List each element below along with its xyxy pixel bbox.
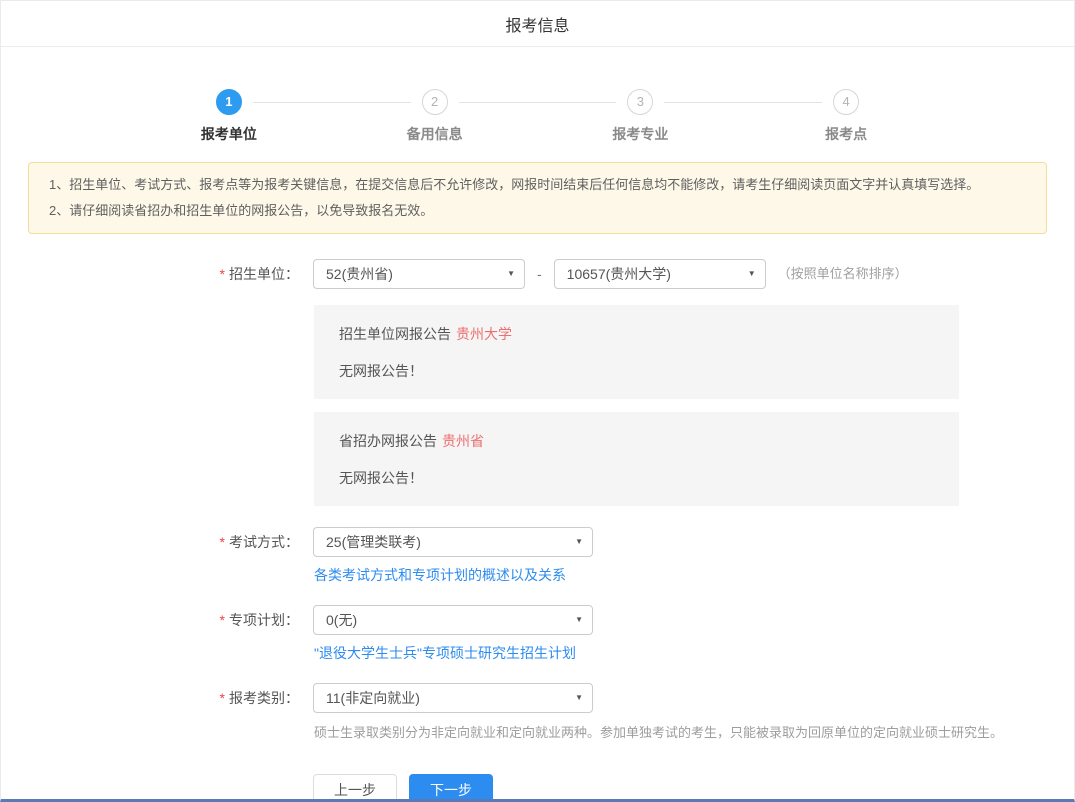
step-2-circle: 2 bbox=[422, 89, 448, 115]
category-select-wrap: 11(非定向就业) ▼ bbox=[313, 683, 593, 713]
category-label: *报考类别： bbox=[1, 683, 299, 713]
page-title: 报考信息 bbox=[505, 12, 569, 36]
unit-sort-hint: （按照单位名称排序） bbox=[778, 259, 908, 289]
unit-announcement-box: 招生单位网报公告贵州大学 无网报公告！ bbox=[314, 305, 959, 399]
special-plan-select[interactable]: 0(无) bbox=[313, 605, 593, 635]
exam-method-info-link[interactable]: 各类考试方式和专项计划的概述以及关系 bbox=[314, 567, 566, 583]
step-4-label: 报考点 bbox=[743, 124, 949, 144]
exam-method-select-wrap: 25(管理类联考) ▼ bbox=[313, 527, 593, 557]
exam-method-label: *考试方式： bbox=[1, 527, 299, 557]
province-announcement-body: 无网报公告！ bbox=[339, 468, 934, 492]
step-exam-site[interactable]: 4 报考点 bbox=[743, 89, 949, 144]
step-unit[interactable]: 1 报考单位 bbox=[126, 89, 332, 144]
province-announcement-link[interactable]: 贵州省 bbox=[442, 433, 484, 449]
category-row: *报考类别： 11(非定向就业) ▼ bbox=[1, 683, 1074, 713]
province-announcement-box: 省招办网报公告贵州省 无网报公告！ bbox=[314, 412, 959, 506]
veteran-plan-info-link[interactable]: "退役大学生士兵"专项硕士研究生招生计划 bbox=[314, 645, 576, 661]
select-separator: - bbox=[537, 259, 542, 289]
school-select[interactable]: 10657(贵州大学) bbox=[554, 259, 766, 289]
special-plan-link-line: "退役大学生士兵"专项硕士研究生招生计划 bbox=[314, 643, 1074, 663]
step-3-circle: 3 bbox=[627, 89, 653, 115]
step-4-circle: 4 bbox=[833, 89, 859, 115]
application-form: *招生单位： 52(贵州省) ▼ - 10657(贵州大学) ▼ （按照单位名称… bbox=[1, 259, 1074, 802]
exam-method-select[interactable]: 25(管理类联考) bbox=[313, 527, 593, 557]
warning-line-1: 1、招生单位、考试方式、报考点等为报考关键信息，在提交信息后不允许修改，网报时间… bbox=[49, 172, 1026, 198]
wizard-buttons: 上一步 下一步 bbox=[313, 774, 1074, 802]
step-major[interactable]: 3 报考专业 bbox=[538, 89, 744, 144]
step-1-circle: 1 bbox=[216, 89, 242, 115]
special-plan-row: *专项计划： 0(无) ▼ bbox=[1, 605, 1074, 635]
step-1-label: 报考单位 bbox=[126, 124, 332, 144]
special-plan-label: *专项计划： bbox=[1, 605, 299, 635]
unit-announcement-title: 招生单位网报公告贵州大学 bbox=[339, 324, 934, 344]
exam-method-row: *考试方式： 25(管理类联考) ▼ bbox=[1, 527, 1074, 557]
admission-unit-row: *招生单位： 52(贵州省) ▼ - 10657(贵州大学) ▼ （按照单位名称… bbox=[1, 259, 1074, 289]
page-header: 报考信息 bbox=[1, 1, 1074, 47]
step-backup-info[interactable]: 2 备用信息 bbox=[332, 89, 538, 144]
required-marker: * bbox=[220, 266, 225, 282]
wizard-stepper: 1 报考单位 2 备用信息 3 报考专业 4 报考点 bbox=[126, 89, 949, 144]
required-marker: * bbox=[220, 534, 225, 550]
unit-announcement-link[interactable]: 贵州大学 bbox=[456, 326, 512, 342]
province-select[interactable]: 52(贵州省) bbox=[313, 259, 525, 289]
required-marker: * bbox=[220, 690, 225, 706]
exam-method-link-line: 各类考试方式和专项计划的概述以及关系 bbox=[314, 565, 1074, 585]
school-select-wrap: 10657(贵州大学) ▼ bbox=[554, 259, 766, 289]
province-announcement-title: 省招办网报公告贵州省 bbox=[339, 431, 934, 451]
warning-line-2: 2、请仔细阅读省招办和招生单位的网报公告，以免导致报名无效。 bbox=[49, 198, 1026, 224]
step-2-label: 备用信息 bbox=[332, 124, 538, 144]
warning-notice: 1、招生单位、考试方式、报考点等为报考关键信息，在提交信息后不允许修改，网报时间… bbox=[28, 162, 1047, 234]
admission-unit-label: *招生单位： bbox=[1, 259, 299, 289]
category-hint: 硕士生录取类别分为非定向就业和定向就业两种。参加单独考试的考生，只能被录取为回原… bbox=[314, 722, 1074, 741]
next-step-button[interactable]: 下一步 bbox=[409, 774, 493, 802]
prev-step-button[interactable]: 上一步 bbox=[313, 774, 397, 802]
category-select[interactable]: 11(非定向就业) bbox=[313, 683, 593, 713]
application-info-page: 报考信息 1 报考单位 2 备用信息 3 报考专业 4 报考点 1、招生单位、考… bbox=[0, 0, 1075, 802]
province-select-wrap: 52(贵州省) ▼ bbox=[313, 259, 525, 289]
step-3-label: 报考专业 bbox=[538, 124, 744, 144]
unit-announcement-body: 无网报公告！ bbox=[339, 361, 934, 385]
special-plan-select-wrap: 0(无) ▼ bbox=[313, 605, 593, 635]
required-marker: * bbox=[220, 612, 225, 628]
